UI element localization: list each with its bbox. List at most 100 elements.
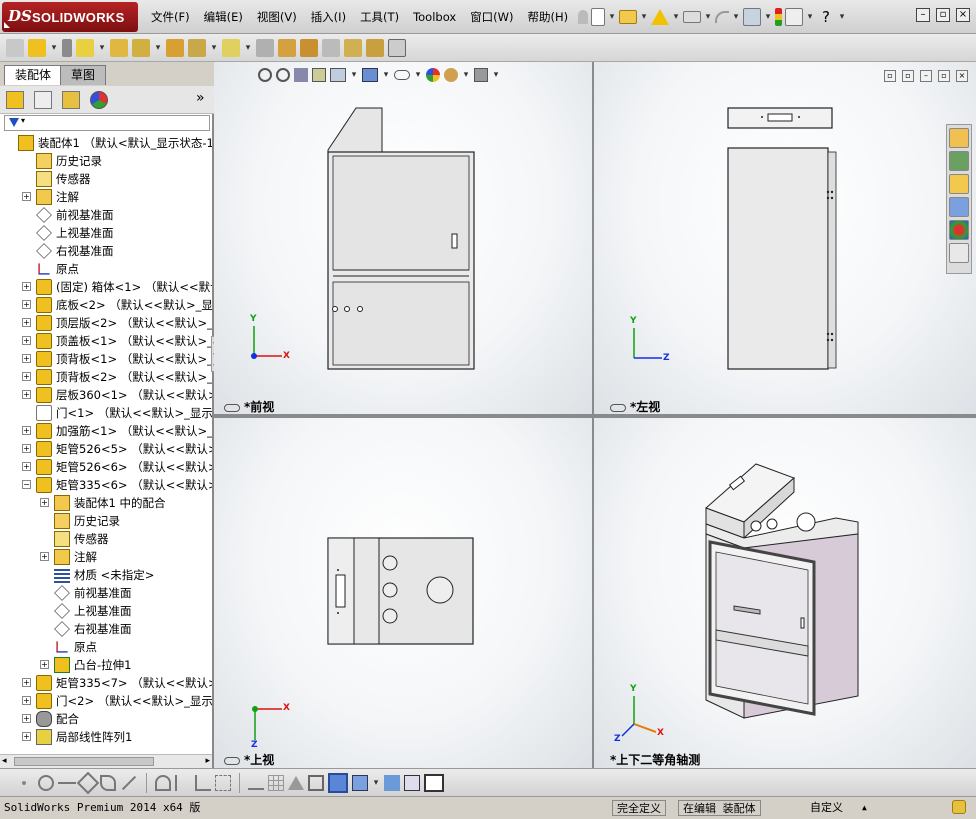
circle-icon[interactable] bbox=[38, 774, 54, 791]
graphics-area[interactable]: ▾ ▾ ▾ ▾ ▾ Y X *前视 ▫ ▫ – ▫ × Y Z *左视 X Z … bbox=[214, 62, 976, 768]
linear-pattern-icon[interactable] bbox=[76, 38, 94, 57]
dimension-icon[interactable] bbox=[215, 774, 231, 791]
expand-icon[interactable]: + bbox=[22, 444, 31, 453]
window-layout-icon[interactable] bbox=[404, 774, 420, 791]
menu-item[interactable]: Toolbox bbox=[406, 0, 463, 34]
menu-item[interactable]: 工具(T) bbox=[353, 0, 406, 34]
instant3d-icon[interactable] bbox=[388, 38, 406, 57]
collapse-icon[interactable]: − bbox=[22, 480, 31, 489]
trim-icon[interactable] bbox=[100, 774, 116, 791]
move-component-icon[interactable] bbox=[132, 38, 150, 57]
scroll-left-icon[interactable]: ◂ bbox=[2, 756, 7, 766]
show-hidden-icon[interactable] bbox=[166, 38, 184, 57]
link-views-icon[interactable] bbox=[610, 403, 626, 412]
shaded-cube-icon[interactable] bbox=[328, 772, 348, 793]
tree-item[interactable]: + 注解 bbox=[0, 548, 212, 566]
tree-item[interactable]: 右视基准面 bbox=[0, 242, 212, 260]
explode-line-sketch-icon[interactable] bbox=[322, 38, 340, 57]
chevron-down-icon[interactable]: ▾ bbox=[838, 12, 846, 22]
expand-icon[interactable]: + bbox=[22, 390, 31, 399]
viewport-front[interactable]: ▾ ▾ ▾ ▾ ▾ Y X *前视 bbox=[214, 62, 592, 414]
menu-item[interactable]: 帮助(H) bbox=[521, 0, 576, 34]
viewport-left[interactable]: ▫ ▫ – ▫ × Y Z *左视 bbox=[594, 62, 976, 414]
expand-icon[interactable]: + bbox=[22, 318, 31, 327]
mate-icon[interactable] bbox=[62, 38, 72, 57]
chevron-down-icon[interactable]: ▾ bbox=[704, 12, 712, 22]
clearance-verification-icon[interactable] bbox=[366, 38, 384, 57]
scroll-thumb[interactable] bbox=[14, 757, 154, 766]
feature-tree-icon[interactable] bbox=[6, 91, 24, 109]
tree-item[interactable]: + 装配体1 中的配合 bbox=[0, 494, 212, 512]
new-motion-study-icon[interactable] bbox=[256, 38, 274, 57]
chevron-down-icon[interactable]: ▾ bbox=[98, 43, 106, 53]
mirror-icon[interactable] bbox=[175, 774, 191, 791]
tree-item[interactable]: 历史记录 bbox=[0, 152, 212, 170]
chevron-down-icon[interactable]: ▾ bbox=[640, 12, 648, 22]
expand-icon[interactable]: + bbox=[22, 714, 31, 723]
file-explorer-icon[interactable] bbox=[949, 174, 969, 194]
expand-icon[interactable]: + bbox=[22, 732, 31, 741]
chevron-down-icon[interactable]: ▾ bbox=[764, 12, 772, 22]
interference-detection-icon[interactable] bbox=[344, 38, 362, 57]
triangle-icon[interactable] bbox=[288, 775, 304, 790]
expand-icon[interactable]: + bbox=[22, 372, 31, 381]
tree-item[interactable]: + 矩管526<5> （默认<<默认>_显示状态 1>） bbox=[0, 440, 212, 458]
expand-icon[interactable]: + bbox=[22, 192, 31, 201]
cube-icon[interactable] bbox=[308, 774, 324, 791]
bill-of-materials-icon[interactable] bbox=[278, 38, 296, 57]
tree-item[interactable]: 右视基准面 bbox=[0, 620, 212, 638]
tree-item[interactable]: + 配合 bbox=[0, 710, 212, 728]
tree-item[interactable]: 前视基准面 bbox=[0, 584, 212, 602]
insert-component-icon[interactable] bbox=[6, 38, 24, 57]
funnel-icon[interactable] bbox=[9, 118, 19, 127]
restore-icon[interactable]: ▫ bbox=[936, 8, 950, 22]
offset-icon[interactable] bbox=[155, 774, 171, 791]
scroll-right-icon[interactable]: ▸ bbox=[205, 756, 210, 766]
traffic-light-icon[interactable] bbox=[775, 8, 782, 26]
tree-item[interactable]: − 矩管335<6> （默认<<默认>_显示状态 1>） bbox=[0, 476, 212, 494]
tree-item[interactable]: 原点 bbox=[0, 260, 212, 278]
chevron-down-icon[interactable]: ▾ bbox=[210, 43, 218, 53]
property-manager-icon[interactable] bbox=[34, 91, 52, 109]
link-views-icon[interactable] bbox=[224, 756, 240, 765]
expand-icon[interactable]: + bbox=[22, 426, 31, 435]
print-icon[interactable] bbox=[683, 11, 701, 23]
tree-item[interactable]: 上视基准面 bbox=[0, 602, 212, 620]
tree-item[interactable]: + 凸台-拉伸1 bbox=[0, 656, 212, 674]
viewport-splitter-horizontal[interactable] bbox=[214, 414, 976, 418]
status-units-arrow-icon[interactable]: ▲ bbox=[862, 800, 867, 816]
expand-icon[interactable]: + bbox=[40, 660, 49, 669]
warning-icon[interactable] bbox=[651, 9, 669, 25]
expand-icon[interactable]: + bbox=[22, 336, 31, 345]
expand-icon[interactable]: + bbox=[22, 678, 31, 687]
viewport-isometric[interactable]: Y X Z *上下二等角轴测 bbox=[594, 418, 976, 768]
view-palette-icon[interactable] bbox=[949, 197, 969, 217]
chevron-down-icon[interactable]: ▾ bbox=[154, 43, 162, 53]
design-library-icon[interactable] bbox=[949, 151, 969, 171]
help-icon[interactable]: ? bbox=[817, 8, 835, 26]
chevron-down-icon[interactable]: ▾ bbox=[244, 43, 252, 53]
solidworks-logo[interactable]: DS SOLIDWORKS bbox=[2, 2, 138, 32]
chevron-down-icon[interactable]: ▾ bbox=[806, 12, 814, 22]
polygon-icon[interactable] bbox=[76, 771, 100, 794]
link-views-icon[interactable] bbox=[224, 403, 240, 412]
tree-item[interactable]: + 局部线性阵列1 bbox=[0, 728, 212, 746]
tab-sketch[interactable]: 草图 bbox=[60, 65, 107, 85]
viewport-top[interactable]: X Z *上视 bbox=[214, 418, 592, 768]
tree-item[interactable]: + 门<2> （默认<<默认>_显示状态 1>） bbox=[0, 692, 212, 710]
tree-item[interactable]: 传感器 bbox=[0, 170, 212, 188]
exploded-view-icon[interactable] bbox=[300, 38, 318, 57]
expand-icon[interactable]: + bbox=[22, 696, 31, 705]
configuration-manager-icon[interactable] bbox=[62, 91, 80, 109]
menu-item[interactable]: 视图(V) bbox=[250, 0, 304, 34]
tab-assembly[interactable]: 装配体 bbox=[4, 65, 63, 85]
expand-icon[interactable]: + bbox=[22, 282, 31, 291]
tree-item[interactable]: + 顶层版<2> （默认<<默认>_显示状态 1>） bbox=[0, 314, 212, 332]
assembly-features-icon[interactable] bbox=[188, 38, 206, 57]
chevron-down-icon[interactable]: ▾ bbox=[50, 43, 58, 53]
tile-layout-icon[interactable] bbox=[424, 773, 444, 792]
undo-icon[interactable] bbox=[715, 11, 729, 23]
relation-icon[interactable] bbox=[248, 776, 264, 790]
point-icon[interactable] bbox=[22, 780, 26, 785]
tree-item[interactable]: 历史记录 bbox=[0, 512, 212, 530]
